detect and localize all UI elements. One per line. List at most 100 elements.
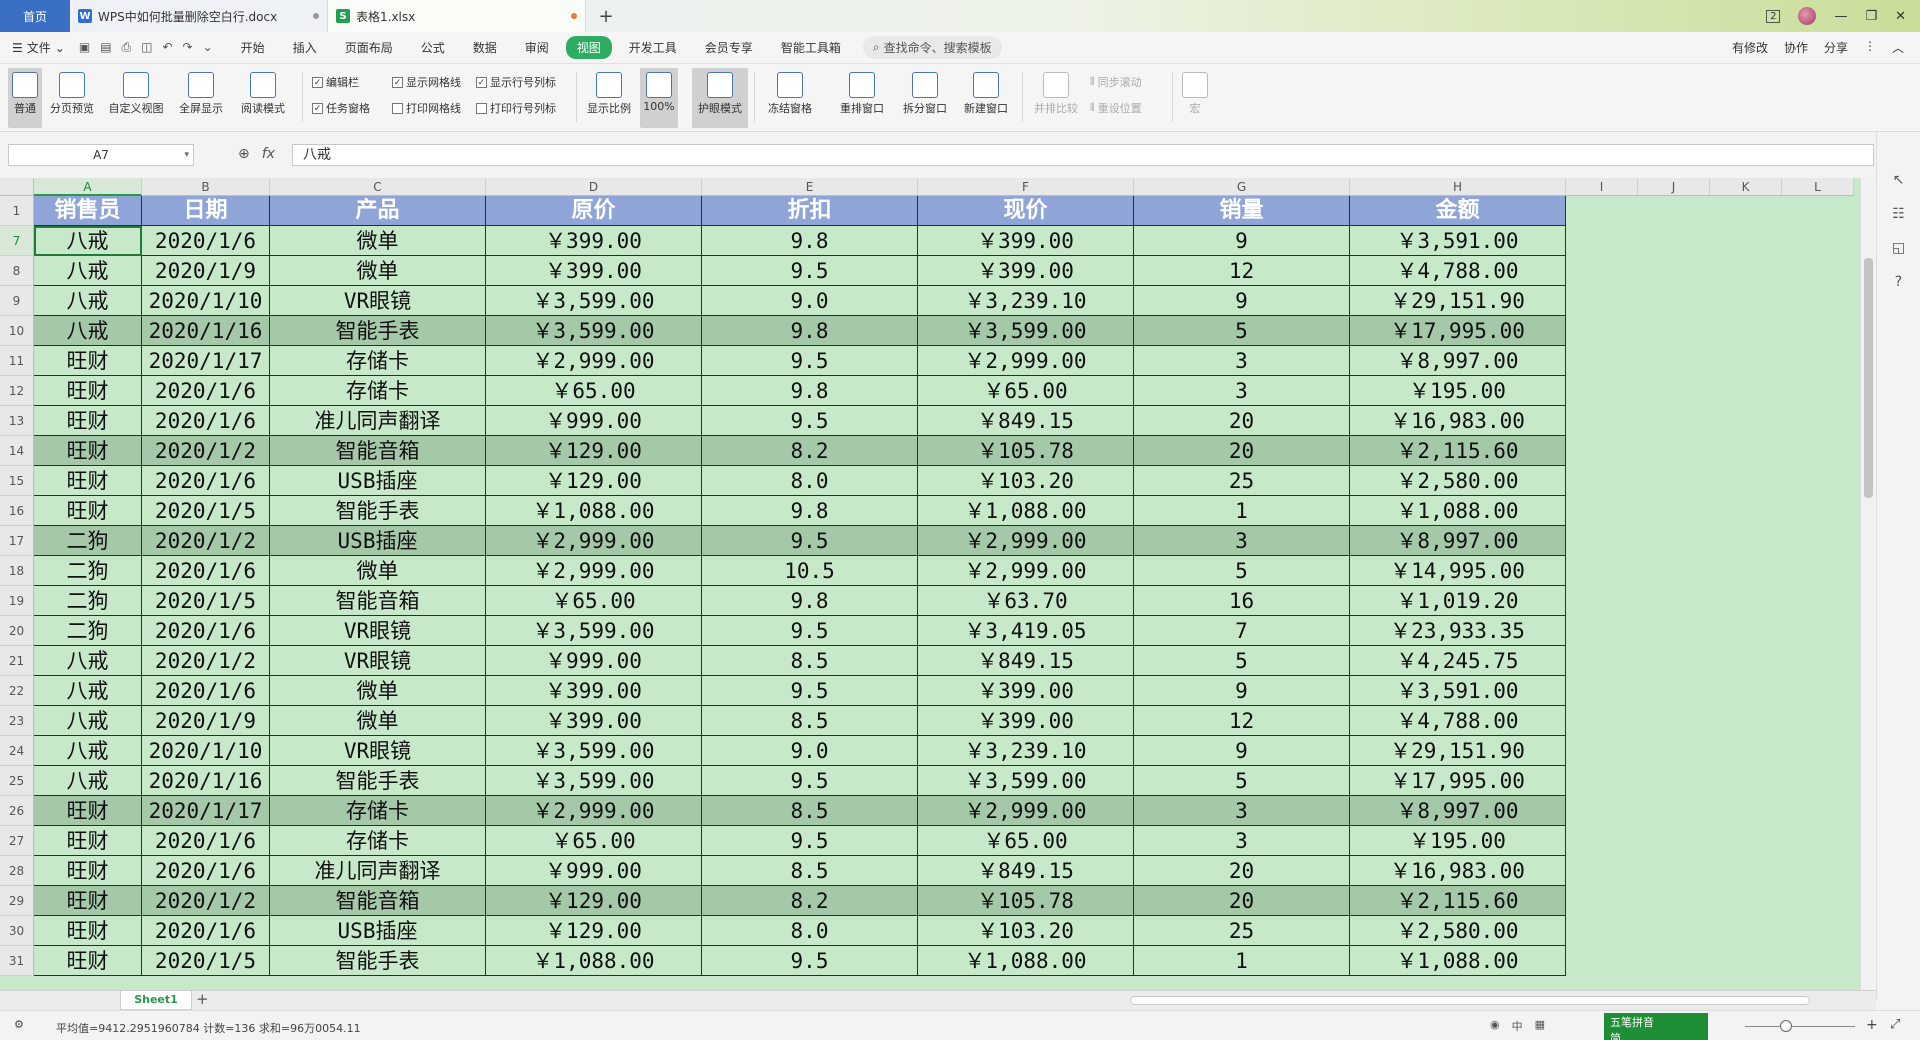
customize-icon[interactable]: ⌄ [203,40,213,55]
table-cell[interactable]: 20 [1134,856,1350,886]
table-cell[interactable]: 八戒 [34,676,142,706]
row-header[interactable]: 30 [0,916,34,946]
table-cell[interactable]: ￥23,933.35 [1350,616,1566,646]
table-cell[interactable]: 旺财 [34,946,142,976]
table-cell[interactable]: ￥399.00 [918,706,1134,736]
menu-member[interactable]: 会员专享 [694,36,764,59]
table-cell[interactable]: ￥2,999.00 [486,346,702,376]
menu-formulas[interactable]: 公式 [410,36,456,59]
table-cell[interactable]: ￥1,088.00 [486,496,702,526]
table-cell[interactable]: 2020/1/2 [142,526,270,556]
zoom-in-icon[interactable]: + [1866,1017,1878,1033]
row-header[interactable]: 16 [0,496,34,526]
table-cell[interactable]: 25 [1134,916,1350,946]
table-cell[interactable]: 2020/1/5 [142,586,270,616]
table-cell[interactable]: 八戒 [34,256,142,286]
table-cell[interactable]: 9 [1134,286,1350,316]
column-header[interactable]: D [486,178,702,196]
menu-smart-tools[interactable]: 智能工具箱 [770,36,852,59]
table-cell[interactable]: 9.5 [702,616,918,646]
tab-docx-close[interactable] [313,13,319,19]
column-title-cell[interactable]: 销量 [1134,196,1350,226]
row-header[interactable]: 31 [0,946,34,976]
table-cell[interactable]: 9.8 [702,226,918,256]
table-cell[interactable]: 八戒 [34,316,142,346]
select-tool-icon[interactable]: ↖ [1893,172,1905,188]
table-cell[interactable]: 2020/1/6 [142,376,270,406]
table-cell[interactable]: 20 [1134,886,1350,916]
chevron-down-icon[interactable]: ▾ [184,145,189,165]
row-header[interactable]: 8 [0,256,34,286]
table-cell[interactable]: 8.5 [702,706,918,736]
macro-record-icon[interactable]: ⚙ [14,1018,24,1031]
input-mode-indicator[interactable]: 中 [1512,1018,1523,1034]
table-cell[interactable]: 2020/1/6 [142,676,270,706]
table-cell[interactable]: 1 [1134,946,1350,976]
table-cell[interactable]: 2020/1/2 [142,886,270,916]
home-tab[interactable]: 首页 [0,0,70,32]
table-cell[interactable]: ￥65.00 [918,376,1134,406]
table-cell[interactable]: 20 [1134,406,1350,436]
ime-toolbar[interactable]: 五笔拼音 简 [1604,1013,1708,1040]
table-cell[interactable]: ￥849.15 [918,646,1134,676]
table-cell[interactable]: 存储卡 [270,796,486,826]
table-cell[interactable]: 3 [1134,346,1350,376]
table-cell[interactable]: 25 [1134,466,1350,496]
table-cell[interactable]: 智能音箱 [270,436,486,466]
row-header[interactable]: 15 [0,466,34,496]
table-cell[interactable]: 5 [1134,646,1350,676]
help-icon[interactable]: ? [1895,274,1902,290]
table-cell[interactable]: 8.0 [702,916,918,946]
table-cell[interactable]: 8.0 [702,466,918,496]
table-cell[interactable]: ￥399.00 [486,706,702,736]
table-cell[interactable]: 12 [1134,256,1350,286]
table-cell[interactable]: 旺财 [34,436,142,466]
table-cell[interactable]: 旺财 [34,346,142,376]
column-title-cell[interactable]: 销售员 [34,196,142,226]
table-cell[interactable]: 7 [1134,616,1350,646]
reading-mode-button[interactable]: 阅读模式 [232,68,294,128]
file-menu[interactable]: ☰ 文件 ⌄ [12,39,65,56]
table-cell[interactable]: 2020/1/6 [142,826,270,856]
menu-developer[interactable]: 开发工具 [618,36,688,59]
row-header[interactable]: 12 [0,376,34,406]
table-cell[interactable]: 智能手表 [270,496,486,526]
row-header[interactable]: 26 [0,796,34,826]
table-cell[interactable]: 8.2 [702,886,918,916]
table-cell[interactable]: ￥4,788.00 [1350,706,1566,736]
table-cell[interactable]: 12 [1134,706,1350,736]
table-cell[interactable]: 旺财 [34,376,142,406]
table-cell[interactable]: 9.8 [702,316,918,346]
table-cell[interactable]: ￥29,151.90 [1350,736,1566,766]
table-cell[interactable]: 2020/1/6 [142,856,270,886]
column-title-cell[interactable]: 折扣 [702,196,918,226]
table-cell[interactable]: VR眼镜 [270,736,486,766]
table-cell[interactable]: ￥17,995.00 [1350,316,1566,346]
normal-view-status-icon[interactable]: ▦ [1535,1018,1545,1034]
table-cell[interactable]: 2020/1/10 [142,286,270,316]
table-cell[interactable]: ￥399.00 [486,676,702,706]
save-as-icon[interactable]: ▤ [100,40,111,55]
column-title-cell[interactable]: 原价 [486,196,702,226]
sheet-tab-sheet1[interactable]: Sheet1 [120,991,192,1010]
table-cell[interactable]: ￥105.78 [918,436,1134,466]
table-cell[interactable]: 八戒 [34,226,142,256]
table-cell[interactable]: ￥16,983.00 [1350,406,1566,436]
table-cell[interactable]: 智能音箱 [270,886,486,916]
table-cell[interactable]: ￥103.20 [918,916,1134,946]
menu-home[interactable]: 开始 [230,36,276,59]
gridlines-checkbox[interactable]: ✓ 显示网格线 [392,74,461,90]
arrange-windows-button[interactable]: 重排窗口 [832,68,892,128]
table-cell[interactable]: 旺财 [34,856,142,886]
table-cell[interactable]: USB插座 [270,916,486,946]
eye-protection-button[interactable]: 护眼模式 [692,68,748,128]
table-cell[interactable]: ￥1,019.20 [1350,586,1566,616]
table-cell[interactable]: ￥3,239.10 [918,736,1134,766]
column-header[interactable]: J [1638,178,1710,196]
row-header[interactable]: 17 [0,526,34,556]
table-cell[interactable]: 旺财 [34,496,142,526]
table-cell[interactable]: ￥3,599.00 [918,316,1134,346]
column-header[interactable]: H [1350,178,1566,196]
row-header[interactable]: 21 [0,646,34,676]
column-header[interactable]: F [918,178,1134,196]
